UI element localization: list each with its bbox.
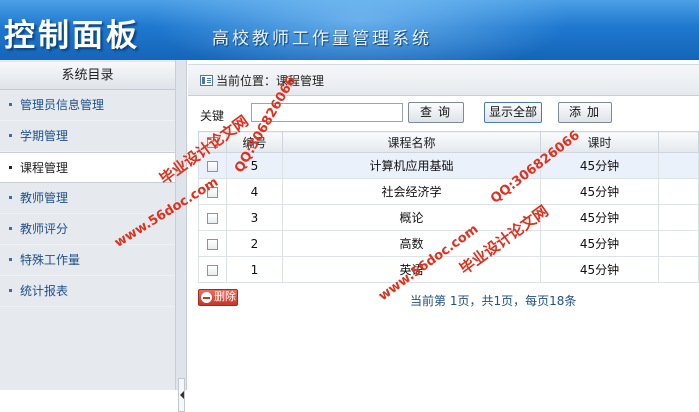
cell-hours: 45分钟 <box>540 230 659 257</box>
sidebar-item-label: 统计报表 <box>20 284 69 298</box>
table-header-row: 编号 课程名称 课时 <box>198 131 699 153</box>
cell-id: 1 <box>226 256 283 283</box>
cell-hours: 45分钟 <box>540 256 659 283</box>
table-row[interactable]: 1 英语 45分钟 <box>198 256 699 283</box>
row-checkbox[interactable] <box>207 264 218 276</box>
course-table: 编号 课程名称 课时 5 计算机应用基础 45分钟 4 社会经济学 45分钟 3 概论 45分钟… <box>198 131 699 283</box>
sidebar-item-label: 教师评分 <box>20 222 69 236</box>
row-select-cell[interactable] <box>198 152 227 179</box>
sidebar-item-label: 学期管理 <box>20 129 69 143</box>
sidebar-item[interactable]: 课程管理 <box>0 152 175 183</box>
list-icon <box>200 75 213 86</box>
sidebar-item[interactable]: 管理员信息管理 <box>0 90 175 121</box>
column-header-actions <box>658 131 699 153</box>
cell-id: 5 <box>226 152 283 179</box>
cell-course-name: 概论 <box>282 204 541 231</box>
bullet-icon <box>9 103 12 106</box>
sidebar-item-label: 教师管理 <box>20 191 69 205</box>
cell-actions <box>658 230 699 257</box>
main-content: 当前位置：课程管理 关键 查询 显示全部 添加 编号 课程名称 课时 5 计算机应… <box>188 60 699 390</box>
select-all-checkbox[interactable] <box>207 137 218 148</box>
search-button[interactable]: 查询 <box>408 102 464 123</box>
cell-course-name: 计算机应用基础 <box>282 152 541 179</box>
show-all-button[interactable]: 显示全部 <box>484 102 542 123</box>
row-select-cell[interactable] <box>198 178 227 205</box>
keyword-input[interactable] <box>251 103 403 122</box>
table-row[interactable]: 2 高数 45分钟 <box>198 230 699 257</box>
breadcrumb: 当前位置：课程管理 <box>188 64 699 96</box>
search-toolbar: 关键 查询 显示全部 添加 <box>188 100 699 130</box>
column-header-hours: 课时 <box>540 131 659 153</box>
cell-id: 2 <box>226 230 283 257</box>
cell-actions <box>658 204 699 231</box>
keyword-label: 关键 <box>200 109 225 123</box>
sidebar-item-label: 特殊工作量 <box>20 253 81 267</box>
cell-actions <box>658 152 699 179</box>
bullet-icon <box>9 196 12 199</box>
table-footer: 删除 当前第 1页，共1页，每页18条 <box>198 286 699 310</box>
cell-id: 3 <box>226 204 283 231</box>
pagination-info: 当前第 1页，共1页，每页18条 <box>410 294 577 308</box>
bullet-icon <box>9 134 12 137</box>
bullet-icon <box>9 227 12 230</box>
select-all-header[interactable] <box>198 131 227 153</box>
sidebar-menu: 管理员信息管理 学期管理课程管理教师管理教师评分特殊工作量统计报表 <box>0 90 175 307</box>
table-body: 5 计算机应用基础 45分钟 4 社会经济学 45分钟 3 概论 45分钟 2 高数 45分钟 1 英语 4… <box>198 152 699 283</box>
sidebar-item[interactable]: 教师管理 <box>0 183 175 214</box>
cell-hours: 45分钟 <box>540 178 659 205</box>
bullet-icon <box>9 166 12 169</box>
cell-course-name: 英语 <box>282 256 541 283</box>
cell-course-name: 社会经济学 <box>282 178 541 205</box>
sidebar-item-label: 管理员信息管理 <box>20 98 105 112</box>
cell-hours: 45分钟 <box>540 152 659 179</box>
row-checkbox[interactable] <box>207 238 218 250</box>
add-button[interactable]: 添加 <box>558 102 612 123</box>
bullet-icon <box>9 289 12 292</box>
sidebar-item[interactable]: 教师评分 <box>0 214 175 245</box>
row-checkbox[interactable] <box>207 186 218 198</box>
row-select-cell[interactable] <box>198 256 227 283</box>
table-row[interactable]: 5 计算机应用基础 45分钟 <box>198 152 699 179</box>
cell-hours: 45分钟 <box>540 204 659 231</box>
row-checkbox[interactable] <box>207 160 218 172</box>
minus-circle-icon <box>201 292 212 303</box>
cell-course-name: 高数 <box>282 230 541 257</box>
sidebar-item[interactable]: 统计报表 <box>0 276 175 307</box>
sidebar-item[interactable]: 特殊工作量 <box>0 245 175 276</box>
column-header-id: 编号 <box>226 131 283 153</box>
sidebar-item[interactable]: 学期管理 <box>0 121 175 152</box>
sidebar-item-label: 课程管理 <box>20 161 69 175</box>
table-row[interactable]: 3 概论 45分钟 <box>198 204 699 231</box>
system-name: 高校教师工作量管理系统 <box>212 29 432 49</box>
sidebar: 系统目录 管理员信息管理 学期管理课程管理教师管理教师评分特殊工作量统计报表 <box>0 60 176 390</box>
cell-actions <box>658 178 699 205</box>
row-select-cell[interactable] <box>198 230 227 257</box>
sidebar-heading: 系统目录 <box>0 62 175 90</box>
delete-label: 删除 <box>214 291 236 303</box>
collapse-sidebar-button[interactable] <box>178 378 185 412</box>
app-header: 控制面板 高校教师工作量管理系统 <box>0 0 699 60</box>
column-header-name: 课程名称 <box>282 131 541 153</box>
breadcrumb-text: 当前位置：课程管理 <box>216 74 325 88</box>
row-select-cell[interactable] <box>198 204 227 231</box>
delete-button[interactable]: 删除 <box>198 289 238 306</box>
arrow-left-icon <box>180 391 184 399</box>
bullet-icon <box>9 258 12 261</box>
cell-id: 4 <box>226 178 283 205</box>
cell-actions <box>658 256 699 283</box>
sidebar-splitter[interactable] <box>176 60 187 412</box>
row-checkbox[interactable] <box>207 212 218 224</box>
table-row[interactable]: 4 社会经济学 45分钟 <box>198 178 699 205</box>
panel-title: 控制面板 <box>4 18 140 54</box>
